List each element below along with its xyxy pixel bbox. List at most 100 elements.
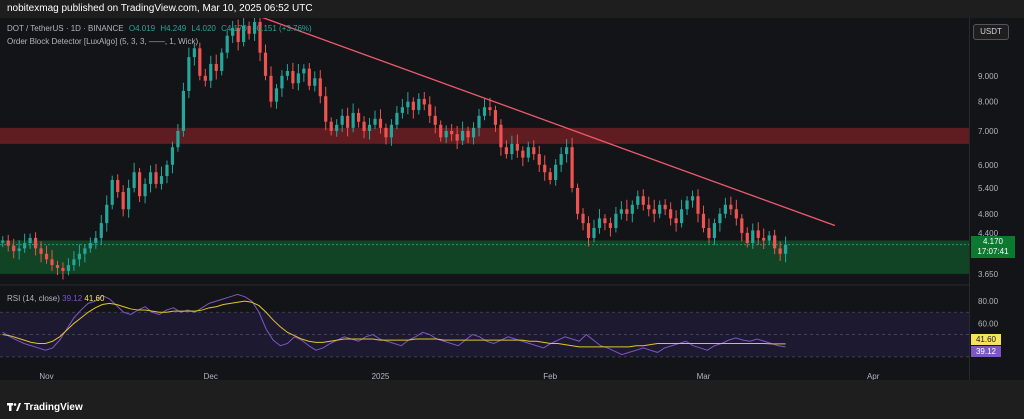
candle-down xyxy=(384,127,388,138)
candle-down xyxy=(318,78,322,97)
high-value: H4.249 xyxy=(160,24,187,33)
candle-down xyxy=(734,209,738,219)
candle-down xyxy=(291,70,295,84)
indicator-legend[interactable]: Order Block Detector [LuxAlgo] (5, 3, 3,… xyxy=(7,37,201,46)
candle-down xyxy=(12,245,16,252)
candle-up xyxy=(444,130,448,138)
symbol-legend[interactable]: DOT / TetherUS · 1D · BINANCE O4.019 H4.… xyxy=(7,24,315,33)
candle-down xyxy=(504,147,508,155)
candle-up xyxy=(88,243,92,249)
symbol-name[interactable]: DOT / TetherUS · 1D · BINANCE xyxy=(7,24,124,33)
candle-down xyxy=(669,209,673,219)
candle-up xyxy=(335,124,339,131)
candle-up xyxy=(28,237,32,244)
candle-up xyxy=(313,78,317,86)
candle-down xyxy=(39,248,43,254)
candle-down xyxy=(499,124,503,148)
candle-down xyxy=(433,115,437,125)
candle-up xyxy=(72,259,76,266)
candle-down xyxy=(663,204,667,210)
candle-up xyxy=(280,75,284,89)
candle-down xyxy=(740,218,744,233)
candle-up xyxy=(132,172,136,188)
candle-up xyxy=(784,244,788,254)
candle-up xyxy=(636,196,640,205)
bearish-order-block xyxy=(0,127,969,144)
candle-down xyxy=(756,230,760,238)
candle-up xyxy=(302,68,306,74)
candle-down xyxy=(652,209,656,214)
candle-up xyxy=(110,179,114,205)
price-axis-panel[interactable]: 9.000 8.000 7.000 6.000 5.400 4.800 4.400 3.650… xyxy=(969,18,1024,380)
candle-up xyxy=(1,240,5,243)
candle-down xyxy=(55,265,60,268)
publish-text: nobitexmag published on TradingView.com,… xyxy=(7,3,313,14)
candle-up xyxy=(17,248,21,252)
candle-down xyxy=(116,179,120,193)
candle-up xyxy=(400,107,404,113)
candle-down xyxy=(537,154,541,165)
candle-down xyxy=(50,259,54,266)
candle-down xyxy=(33,237,38,249)
rsi-legend[interactable]: RSI (14, close) 39.12 41.60 xyxy=(7,294,104,303)
rsi-y-tick-label: 60.00 xyxy=(978,319,999,328)
candle-up xyxy=(225,35,229,53)
candle-down xyxy=(439,124,443,138)
candle-up xyxy=(187,57,191,91)
candle-down xyxy=(521,150,525,158)
candle-down xyxy=(61,267,65,271)
candle-up xyxy=(181,90,185,131)
chart-pane[interactable]: Nov Dec 2025 Feb Mar Apr xyxy=(0,18,969,380)
candle-up xyxy=(685,200,689,210)
candle-up xyxy=(597,218,602,228)
candle-up xyxy=(165,164,169,177)
candle-down xyxy=(214,63,218,71)
candle-up xyxy=(712,223,717,238)
candle-up xyxy=(367,124,372,131)
candle-up xyxy=(482,107,487,116)
rsi-name[interactable]: RSI (14, close) xyxy=(7,294,60,303)
candle-down xyxy=(543,164,547,173)
candle-down xyxy=(515,143,519,151)
candle-down xyxy=(6,240,10,246)
candle-up xyxy=(461,130,465,141)
candle-up xyxy=(94,237,98,244)
candle-down xyxy=(581,213,585,224)
y-tick-label: 6.000 xyxy=(978,161,999,170)
price-axis[interactable]: 9.0008.0007.0006.0005.4004.8004.4003.650… xyxy=(970,18,1024,380)
candle-up xyxy=(77,253,81,260)
rsi-ma-value: 41.60 xyxy=(84,294,105,303)
candle-up xyxy=(340,115,344,125)
candle-up xyxy=(554,164,558,180)
x-tick-label: 2025 xyxy=(372,372,390,380)
rsi-y-tick-label: 80.00 xyxy=(978,297,999,306)
candle-down xyxy=(707,227,711,238)
candle-down xyxy=(466,130,470,138)
candle-down xyxy=(586,223,591,238)
candle-up xyxy=(690,196,695,201)
candle-down xyxy=(411,101,415,111)
candle-down xyxy=(154,172,158,184)
candle-up xyxy=(767,235,771,241)
candle-up xyxy=(510,143,514,155)
candle-down xyxy=(362,121,366,131)
candle-down xyxy=(422,98,426,105)
price-chart[interactable]: Nov Dec 2025 Feb Mar Apr xyxy=(0,18,969,380)
candle-down xyxy=(570,147,574,188)
tradingview-logo[interactable]: TradingView xyxy=(7,402,83,413)
last-price-tag: 4.170 17:07:41 xyxy=(971,236,1015,258)
candle-down xyxy=(647,204,651,210)
candle-up xyxy=(351,112,355,128)
candle-down xyxy=(378,118,383,128)
candle-down xyxy=(269,75,273,102)
candle-up xyxy=(148,172,153,184)
candle-up xyxy=(23,243,27,249)
indicator-name[interactable]: Order Block Detector [LuxAlgo] (5, 3, 3,… xyxy=(7,37,198,46)
candle-up xyxy=(105,204,109,224)
candle-up xyxy=(176,130,180,148)
publish-bar: nobitexmag published on TradingView.com,… xyxy=(0,0,1024,18)
currency-button[interactable]: USDT xyxy=(973,24,1009,40)
candle-down xyxy=(608,223,613,228)
candle-up xyxy=(718,213,722,224)
candle-down xyxy=(778,248,782,254)
